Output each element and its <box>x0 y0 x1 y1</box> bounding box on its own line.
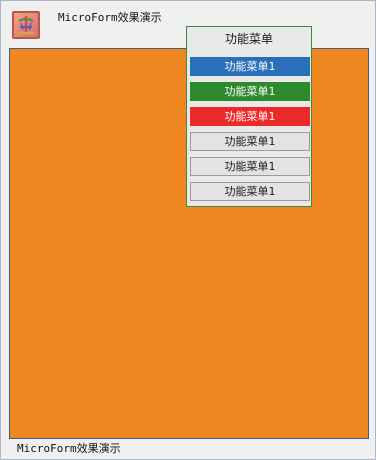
menu-item-4[interactable]: 功能菜单1 <box>190 132 310 151</box>
menu-item-2[interactable]: 功能菜单1 <box>190 82 310 101</box>
app-logo-icon <box>12 11 40 39</box>
window-title: MicroForm效果演示 <box>58 11 162 24</box>
menu-item-3[interactable]: 功能菜单1 <box>190 107 310 126</box>
status-bar-text: MicroForm效果演示 <box>17 442 121 455</box>
menu-header: 功能菜单 <box>224 32 273 46</box>
menu-item-6[interactable]: 功能菜单1 <box>190 182 310 201</box>
menu-item-5[interactable]: 功能菜单1 <box>190 157 310 176</box>
function-menu-popup: 功能菜单 功能菜单1 功能菜单1 功能菜单1 功能菜单1 功能菜单1 功能菜单1 <box>186 26 312 207</box>
menu-item-1[interactable]: 功能菜单1 <box>190 57 310 76</box>
